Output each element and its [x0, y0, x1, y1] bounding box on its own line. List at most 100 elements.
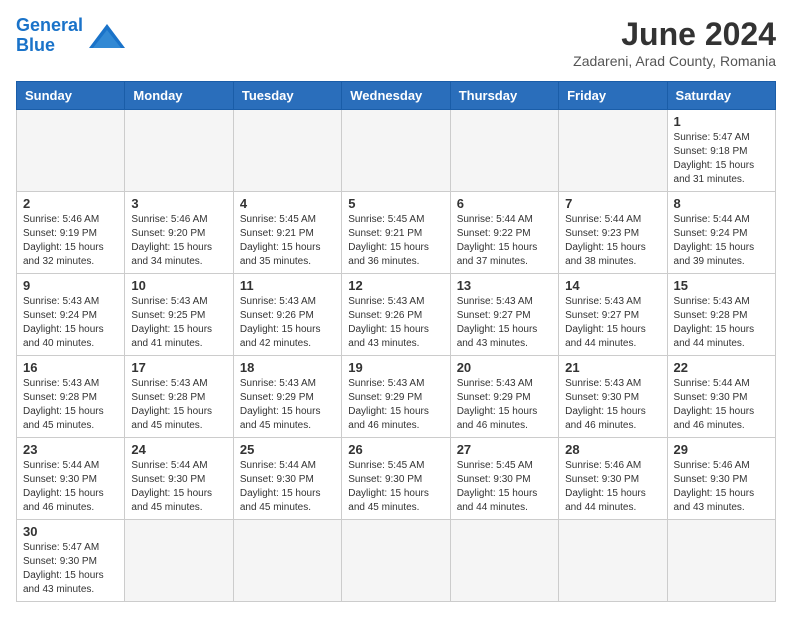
- calendar-cell: 24Sunrise: 5:44 AM Sunset: 9:30 PM Dayli…: [125, 438, 233, 520]
- day-number: 20: [457, 360, 552, 375]
- calendar-cell: 3 Sunrise: 5:46 AM Sunset: 9:20 PM Daylig…: [125, 192, 233, 274]
- day-number: 14: [565, 278, 660, 293]
- calendar-cell: [233, 520, 341, 602]
- calendar-cell: [342, 520, 450, 602]
- day-number: 19: [348, 360, 443, 375]
- day-info: Sunrise: 5:43 AM Sunset: 9:28 PM Dayligh…: [131, 377, 226, 433]
- calendar-cell: 5 Sunrise: 5:45 AM Sunset: 9:21 PM Daylig…: [342, 192, 450, 274]
- day-info: Sunrise: 5:43 AM Sunset: 9:25 PM Dayligh…: [131, 295, 226, 351]
- day-info: Sunrise: 5:46 AM Sunset: 9:19 PM Dayligh…: [23, 213, 118, 269]
- day-number: 21: [565, 360, 660, 375]
- week-row-3: 9Sunrise: 5:43 AM Sunset: 9:24 PM Daylig…: [17, 274, 776, 356]
- calendar-cell: 14 Sunrise: 5:43 AM Sunset: 9:27 PM Dayli…: [559, 274, 667, 356]
- calendar-cell: 15 Sunrise: 5:43 AM Sunset: 9:28 PM Dayli…: [667, 274, 775, 356]
- day-info: Sunrise: 5:46 AM Sunset: 9:20 PM Dayligh…: [131, 213, 226, 269]
- month-year-title: June 2024: [573, 16, 776, 53]
- day-info: Sunrise: 5:47 AM Sunset: 9:30 PM Dayligh…: [23, 541, 118, 597]
- day-number: 3: [131, 196, 226, 211]
- day-info: Sunrise: 5:43 AM Sunset: 9:27 PM Dayligh…: [565, 295, 660, 351]
- logo-icon: [87, 20, 127, 52]
- location-subtitle: Zadareni, Arad County, Romania: [573, 53, 776, 69]
- day-number: 5: [348, 196, 443, 211]
- calendar-cell: 26 Sunrise: 5:45 AM Sunset: 9:30 PM Dayli…: [342, 438, 450, 520]
- calendar-cell: 12 Sunrise: 5:43 AM Sunset: 9:26 PM Dayli…: [342, 274, 450, 356]
- day-info: Sunrise: 5:47 AM Sunset: 9:18 PM Dayligh…: [674, 131, 769, 187]
- day-info: Sunrise: 5:43 AM Sunset: 9:30 PM Dayligh…: [565, 377, 660, 433]
- day-number: 18: [240, 360, 335, 375]
- day-number: 17: [131, 360, 226, 375]
- weekday-header-saturday: Saturday: [667, 82, 775, 110]
- calendar-table: SundayMondayTuesdayWednesdayThursdayFrid…: [16, 81, 776, 602]
- day-info: Sunrise: 5:46 AM Sunset: 9:30 PM Dayligh…: [674, 459, 769, 515]
- calendar-cell: 20Sunrise: 5:43 AM Sunset: 9:29 PM Dayli…: [450, 356, 558, 438]
- day-info: Sunrise: 5:43 AM Sunset: 9:27 PM Dayligh…: [457, 295, 552, 351]
- calendar-cell: 8 Sunrise: 5:44 AM Sunset: 9:24 PM Daylig…: [667, 192, 775, 274]
- day-number: 7: [565, 196, 660, 211]
- day-info: Sunrise: 5:43 AM Sunset: 9:28 PM Dayligh…: [23, 377, 118, 433]
- day-number: 23: [23, 442, 118, 457]
- calendar-cell: 28Sunrise: 5:46 AM Sunset: 9:30 PM Dayli…: [559, 438, 667, 520]
- day-number: 12: [348, 278, 443, 293]
- logo: General Blue: [16, 16, 127, 56]
- day-number: 29: [674, 442, 769, 457]
- calendar-cell: [450, 520, 558, 602]
- calendar-cell: 6 Sunrise: 5:44 AM Sunset: 9:22 PM Daylig…: [450, 192, 558, 274]
- day-info: Sunrise: 5:45 AM Sunset: 9:30 PM Dayligh…: [457, 459, 552, 515]
- day-number: 30: [23, 524, 118, 539]
- day-number: 16: [23, 360, 118, 375]
- calendar-cell: [125, 110, 233, 192]
- day-number: 13: [457, 278, 552, 293]
- day-number: 1: [674, 114, 769, 129]
- day-info: Sunrise: 5:43 AM Sunset: 9:26 PM Dayligh…: [348, 295, 443, 351]
- day-info: Sunrise: 5:43 AM Sunset: 9:29 PM Dayligh…: [240, 377, 335, 433]
- calendar-cell: [125, 520, 233, 602]
- week-row-1: 1 Sunrise: 5:47 AM Sunset: 9:18 PM Daylig…: [17, 110, 776, 192]
- logo-blue: Blue: [16, 35, 55, 55]
- weekday-header-row: SundayMondayTuesdayWednesdayThursdayFrid…: [17, 82, 776, 110]
- day-number: 26: [348, 442, 443, 457]
- calendar-cell: 29 Sunrise: 5:46 AM Sunset: 9:30 PM Dayli…: [667, 438, 775, 520]
- day-number: 22: [674, 360, 769, 375]
- calendar-cell: 19Sunrise: 5:43 AM Sunset: 9:29 PM Dayli…: [342, 356, 450, 438]
- calendar-cell: 25 Sunrise: 5:44 AM Sunset: 9:30 PM Dayli…: [233, 438, 341, 520]
- day-number: 6: [457, 196, 552, 211]
- day-info: Sunrise: 5:43 AM Sunset: 9:26 PM Dayligh…: [240, 295, 335, 351]
- weekday-header-friday: Friday: [559, 82, 667, 110]
- week-row-6: 30 Sunrise: 5:47 AM Sunset: 9:30 PM Dayli…: [17, 520, 776, 602]
- day-number: 8: [674, 196, 769, 211]
- calendar-cell: 1 Sunrise: 5:47 AM Sunset: 9:18 PM Daylig…: [667, 110, 775, 192]
- day-info: Sunrise: 5:44 AM Sunset: 9:30 PM Dayligh…: [240, 459, 335, 515]
- weekday-header-monday: Monday: [125, 82, 233, 110]
- day-info: Sunrise: 5:45 AM Sunset: 9:30 PM Dayligh…: [348, 459, 443, 515]
- day-info: Sunrise: 5:45 AM Sunset: 9:21 PM Dayligh…: [348, 213, 443, 269]
- calendar-cell: [342, 110, 450, 192]
- day-number: 2: [23, 196, 118, 211]
- day-number: 9: [23, 278, 118, 293]
- day-info: Sunrise: 5:44 AM Sunset: 9:30 PM Dayligh…: [131, 459, 226, 515]
- calendar-cell: 11Sunrise: 5:43 AM Sunset: 9:26 PM Dayli…: [233, 274, 341, 356]
- weekday-header-wednesday: Wednesday: [342, 82, 450, 110]
- calendar-cell: 23 Sunrise: 5:44 AM Sunset: 9:30 PM Dayli…: [17, 438, 125, 520]
- calendar-cell: [559, 520, 667, 602]
- day-info: Sunrise: 5:44 AM Sunset: 9:22 PM Dayligh…: [457, 213, 552, 269]
- weekday-header-sunday: Sunday: [17, 82, 125, 110]
- calendar-cell: [559, 110, 667, 192]
- calendar-cell: 13 Sunrise: 5:43 AM Sunset: 9:27 PM Dayli…: [450, 274, 558, 356]
- calendar-cell: 16 Sunrise: 5:43 AM Sunset: 9:28 PM Dayli…: [17, 356, 125, 438]
- calendar-cell: [450, 110, 558, 192]
- day-info: Sunrise: 5:43 AM Sunset: 9:28 PM Dayligh…: [674, 295, 769, 351]
- calendar-cell: 9Sunrise: 5:43 AM Sunset: 9:24 PM Daylig…: [17, 274, 125, 356]
- day-number: 15: [674, 278, 769, 293]
- day-info: Sunrise: 5:44 AM Sunset: 9:24 PM Dayligh…: [674, 213, 769, 269]
- day-info: Sunrise: 5:45 AM Sunset: 9:21 PM Dayligh…: [240, 213, 335, 269]
- day-info: Sunrise: 5:44 AM Sunset: 9:30 PM Dayligh…: [23, 459, 118, 515]
- header: General Blue June 2024 Zadareni, Arad Co…: [16, 16, 776, 69]
- calendar-cell: [17, 110, 125, 192]
- logo-general: General: [16, 15, 83, 35]
- calendar-cell: 17 Sunrise: 5:43 AM Sunset: 9:28 PM Dayli…: [125, 356, 233, 438]
- day-number: 25: [240, 442, 335, 457]
- week-row-5: 23 Sunrise: 5:44 AM Sunset: 9:30 PM Dayli…: [17, 438, 776, 520]
- weekday-header-tuesday: Tuesday: [233, 82, 341, 110]
- day-info: Sunrise: 5:44 AM Sunset: 9:30 PM Dayligh…: [674, 377, 769, 433]
- day-number: 10: [131, 278, 226, 293]
